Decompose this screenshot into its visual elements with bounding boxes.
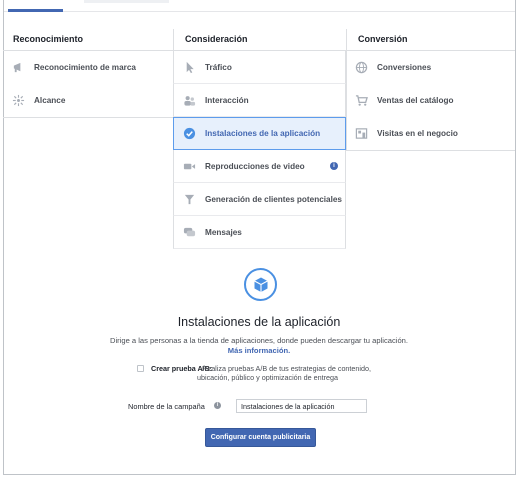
objective-messages[interactable]: Mensajes: [173, 216, 346, 249]
objective-traffic[interactable]: Tráfico: [173, 51, 346, 84]
detail-title: Instalaciones de la aplicación: [177, 315, 341, 329]
objective-app-installs[interactable]: Instalaciones de la aplicación: [173, 117, 346, 150]
objective-label: Ventas del catálogo: [377, 96, 454, 105]
cart-icon: [355, 94, 368, 107]
objective-store-visits[interactable]: Visitas en el negocio: [347, 117, 515, 150]
column-conversion: Conversión Conversiones Ventas del catál…: [346, 29, 515, 151]
info-icon[interactable]: i: [330, 162, 338, 170]
check-circle-icon: [183, 127, 196, 140]
tab-secondary[interactable]: [84, 0, 169, 3]
info-icon[interactable]: i: [214, 402, 221, 409]
ab-test-checkbox[interactable]: [137, 365, 144, 372]
objective-label: Alcance: [34, 96, 66, 105]
objective-brand-awareness[interactable]: Reconocimiento de marca: [3, 51, 173, 84]
objective-label: Visitas en el negocio: [377, 129, 458, 138]
people-icon: [183, 94, 196, 107]
cube-icon: [244, 268, 277, 301]
ab-test-description-cont: ubicación, público y optimización de ent…: [197, 373, 339, 382]
objective-label: Generación de clientes potenciales: [205, 194, 342, 204]
reach-icon: [12, 94, 25, 107]
objective-label: Conversiones: [377, 63, 432, 72]
megaphone-icon: [12, 61, 25, 74]
campaign-name-input[interactable]: [236, 399, 367, 413]
ab-test-description: Realiza pruebas A/B de tus estrategias d…: [202, 364, 372, 373]
objective-label: Reconocimiento de marca: [34, 63, 136, 72]
detail-description: Dirige a las personas a la tienda de apl…: [109, 336, 409, 345]
objective-label: Tráfico: [205, 62, 232, 72]
column-consideration: Consideración Tráfico Interacción Instal…: [173, 29, 346, 249]
globe-icon: [355, 61, 368, 74]
chat-icon: [183, 226, 196, 239]
learn-more-link[interactable]: Más información.: [3, 346, 515, 355]
column-awareness: Reconocimiento Reconocimiento de marca A…: [3, 29, 173, 118]
objective-label: Mensajes: [205, 227, 242, 237]
objective-label: Instalaciones de la aplicación: [205, 129, 321, 138]
objective-label: Interacción: [205, 95, 249, 105]
column-header: Consideración: [173, 29, 346, 51]
objective-lead-generation[interactable]: Generación de clientes potenciales: [173, 183, 346, 216]
objective-reach[interactable]: Alcance: [3, 84, 173, 117]
objective-conversions[interactable]: Conversiones: [347, 51, 515, 84]
configure-ad-account-button[interactable]: Configurar cuenta publicitaria: [205, 428, 316, 447]
objective-engagement[interactable]: Interacción: [173, 84, 346, 117]
cursor-icon: [183, 61, 196, 74]
objective-video-views[interactable]: Reproducciones de video i: [173, 150, 346, 183]
tab-active-indicator[interactable]: [8, 9, 63, 12]
campaign-name-label: Nombre de la campaña: [128, 402, 205, 411]
objective-label: Reproducciones de video: [205, 161, 305, 171]
objective-catalog-sales[interactable]: Ventas del catálogo: [347, 84, 515, 117]
column-header: Conversión: [346, 29, 515, 51]
store-icon: [355, 127, 368, 140]
funnel-icon: [183, 193, 196, 206]
tab-bar: [4, 0, 515, 12]
video-icon: [183, 160, 196, 173]
column-header: Reconocimiento: [3, 29, 173, 51]
